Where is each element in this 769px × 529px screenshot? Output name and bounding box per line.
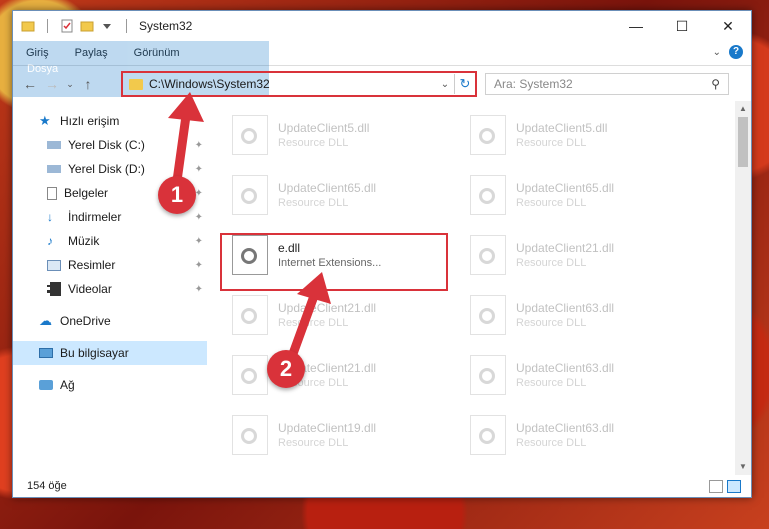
step-badge-2: 2: [267, 350, 305, 388]
annotation-arrows: [168, 92, 331, 367]
step-badge-1: 1: [158, 176, 196, 214]
arrow-1-head: [168, 92, 204, 122]
